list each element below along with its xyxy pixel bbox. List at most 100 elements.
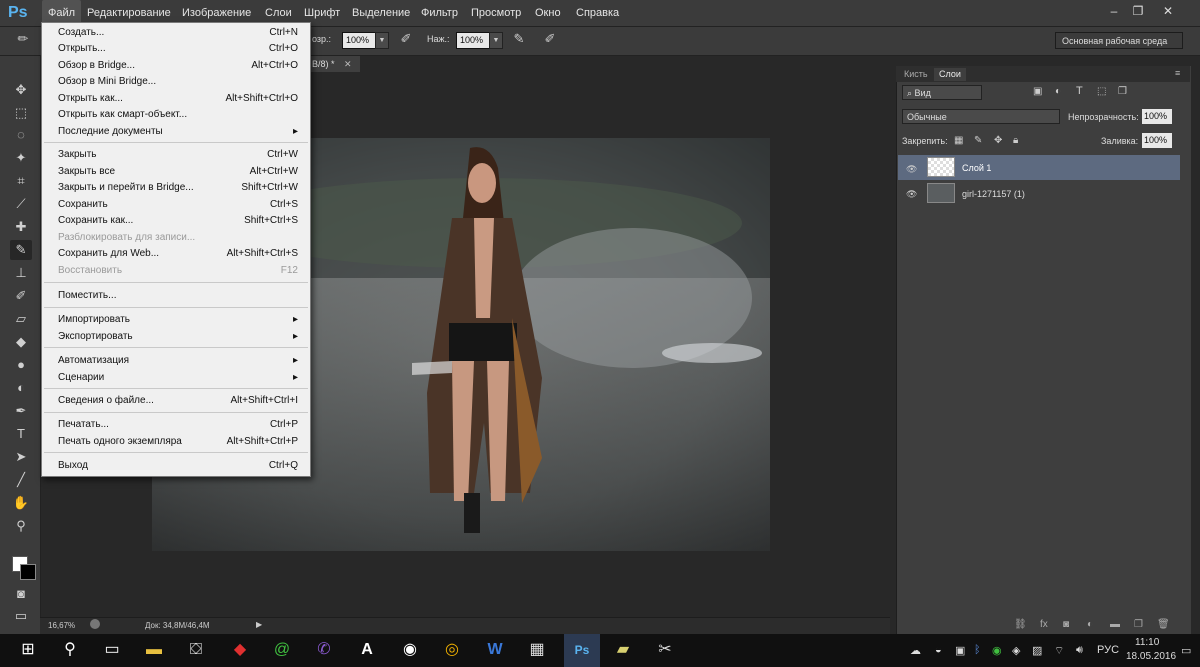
new-group-icon[interactable]: ▬ (1110, 619, 1120, 630)
menu-item-save[interactable]: Сохранить Ctrl+S (58, 197, 298, 213)
airbrush-icon[interactable]: ✎ (510, 30, 528, 48)
move-tool-icon[interactable]: ✥ (10, 80, 32, 100)
filter-image-icon[interactable]: ▣ (1033, 86, 1042, 97)
workspace-select[interactable]: Основная рабочая среда (1055, 32, 1183, 49)
airbrush-pressure-icon[interactable]: ✐ (397, 30, 415, 48)
history-brush-tool-icon[interactable]: ✐ (10, 286, 32, 306)
menu-item-export[interactable]: Экспортировать ▸ (58, 329, 298, 345)
menu-item-open-smart-object[interactable]: Открыть как смарт-объект... (58, 107, 298, 123)
camera-app-icon[interactable]: ◉ (396, 636, 424, 664)
menu-item-browse-bridge[interactable]: Обзор в Bridge... Alt+Ctrl+O (58, 58, 298, 74)
opacity-dropdown[interactable]: ▼ (375, 32, 389, 49)
menu-item-recent[interactable]: Последние документы ▸ (58, 124, 298, 140)
blur-tool-icon[interactable]: ● (10, 355, 32, 375)
layer-name[interactable]: Слой 1 (962, 156, 1200, 180)
path-select-tool-icon[interactable]: ➤ (10, 447, 32, 467)
layer-mask-icon[interactable]: ◙ (1063, 619, 1069, 630)
photoshop-taskbar-icon[interactable]: Ps (564, 634, 600, 667)
filter-type-icon[interactable]: T (1076, 85, 1083, 97)
menu-item-exit[interactable]: Выход Ctrl+Q (58, 458, 298, 474)
chrome-icon[interactable]: ◎ (438, 636, 466, 664)
search-icon[interactable]: ⚲ (56, 636, 84, 664)
visibility-eye-icon[interactable]: 👁︎ (906, 164, 917, 174)
close-tab-icon[interactable]: ✕ (344, 56, 360, 72)
menu-item-automate[interactable]: Автоматизация ▸ (58, 353, 298, 369)
minimize-button[interactable]: – (1102, 2, 1126, 20)
quick-select-tool-icon[interactable]: ✦ (10, 148, 32, 168)
zoom-tool-icon[interactable]: ⚲ (10, 516, 32, 536)
layer-style-icon[interactable]: fx (1040, 619, 1048, 630)
zoom-level[interactable]: 16,67% (48, 621, 75, 630)
menu-item-open[interactable]: Открыть... Ctrl+O (58, 41, 298, 57)
onedrive-icon[interactable]: ☁ (910, 644, 921, 657)
menu-window[interactable]: Окно (529, 0, 567, 26)
hand-tool-icon[interactable]: ✋ (10, 493, 32, 513)
menu-item-import[interactable]: Импортировать ▸ (58, 312, 298, 328)
marquee-tool-icon[interactable]: ⬚ (10, 103, 32, 123)
menu-help[interactable]: Справка (570, 0, 625, 26)
calculator-icon[interactable]: ▦ (523, 636, 551, 664)
line-tool-icon[interactable]: ╱ (10, 470, 32, 490)
background-color-swatch[interactable] (20, 564, 36, 580)
volume-icon[interactable]: 🔊︎ (1076, 644, 1083, 657)
task-view-icon[interactable]: ▭ (98, 636, 126, 664)
media-app-icon[interactable]: ✂ (651, 636, 679, 664)
type-tool-icon[interactable]: T (10, 424, 32, 444)
adjustment-layer-icon[interactable]: ◐ (1087, 619, 1093, 630)
word-icon[interactable]: W (481, 636, 509, 664)
menu-item-close-all[interactable]: Закрыть все Alt+Ctrl+W (58, 164, 298, 180)
menu-item-open-as[interactable]: Открыть как... Alt+Shift+Ctrl+O (58, 91, 298, 107)
clock-date[interactable]: 18.05.2016 (1126, 651, 1176, 662)
opacity-field[interactable]: 100% (342, 32, 379, 49)
delete-layer-icon[interactable]: 🗑︎ (1157, 619, 1170, 630)
tablet-pressure-icon[interactable]: ✐ (541, 30, 559, 48)
wifi-icon[interactable]: ⌔ (1054, 644, 1064, 658)
menu-item-print[interactable]: Печатать... Ctrl+P (58, 417, 298, 433)
brush-tool-icon[interactable]: ✎ (10, 240, 32, 260)
font-app-icon[interactable]: A (353, 636, 381, 664)
tray-app-icon[interactable]: ◈ (1012, 644, 1020, 657)
eyedropper-tool-icon[interactable]: ⟋ (10, 194, 32, 214)
menu-item-close-go-bridge[interactable]: Закрыть и перейти в Bridge... Shift+Ctrl+… (58, 180, 298, 196)
notifications-icon[interactable]: ▭ (1181, 644, 1191, 657)
flow-dropdown[interactable]: ▼ (489, 32, 503, 49)
sticky-notes-icon[interactable]: ▰ (609, 636, 637, 664)
layer-fill-field[interactable]: 100% (1142, 133, 1172, 148)
menu-item-new[interactable]: Создать... Ctrl+N (58, 25, 298, 41)
tray-app-icon[interactable]: ▨ (1032, 644, 1042, 657)
status-menu-arrow-icon[interactable]: ▶ (256, 620, 262, 629)
menu-item-file-info[interactable]: Сведения о файле... Alt+Shift+Ctrl+I (58, 393, 298, 409)
tray-app-icon[interactable]: ▣ (955, 644, 965, 657)
filter-smart-object-icon[interactable]: ❐ (1118, 86, 1127, 97)
blend-mode-select[interactable]: Обычные (902, 109, 1060, 124)
file-explorer-icon[interactable]: ▬ (140, 636, 168, 664)
keyboard-language[interactable]: РУС (1097, 644, 1119, 656)
bluetooth-icon[interactable]: ᛒ (974, 644, 981, 656)
start-windows-icon[interactable]: ⊞ (14, 636, 42, 664)
close-button[interactable]: ✕ (1156, 2, 1180, 20)
brush-preset-icon[interactable]: ✏ (14, 30, 32, 48)
menu-item-browse-mini-bridge[interactable]: Обзор в Mini Bridge... (58, 74, 298, 90)
menu-item-save-for-web[interactable]: Сохранить для Web... Alt+Shift+Ctrl+S (58, 246, 298, 262)
eraser-tool-icon[interactable]: ▱ (10, 309, 32, 329)
gradient-tool-icon[interactable]: ◆ (10, 332, 32, 352)
menu-item-print-one-copy[interactable]: Печать одного экземпляра Alt+Shift+Ctrl+P (58, 434, 298, 450)
pen-tool-icon[interactable]: ✒ (10, 401, 32, 421)
tray-app-icon[interactable]: ◒ (935, 644, 942, 656)
layer-opacity-field[interactable]: 100% (1142, 109, 1172, 124)
menu-view[interactable]: Просмотр (465, 0, 527, 26)
crop-tool-icon[interactable]: ⌗ (10, 171, 32, 191)
viber-icon[interactable]: ✆ (310, 636, 338, 664)
lock-pixels-icon[interactable]: ✎ (974, 135, 982, 146)
lock-transparent-icon[interactable]: ▦ (954, 135, 963, 146)
layer-filter-select[interactable]: ⌕ Вид (902, 85, 982, 100)
screen-mode-icon[interactable]: ▭ (10, 606, 32, 626)
stamp-tool-icon[interactable]: ⊥ (10, 263, 32, 283)
new-layer-icon[interactable]: ❐ (1134, 619, 1143, 630)
status-info-icon[interactable] (90, 619, 100, 629)
lasso-tool-icon[interactable]: ◌ (10, 125, 32, 145)
visibility-eye-icon[interactable]: 👁︎ (906, 189, 917, 199)
tray-app-icon[interactable]: ◉ (992, 644, 1002, 657)
lock-all-icon[interactable]: 🔒︎ (1013, 135, 1018, 146)
healing-tool-icon[interactable]: ✚ (10, 217, 32, 237)
